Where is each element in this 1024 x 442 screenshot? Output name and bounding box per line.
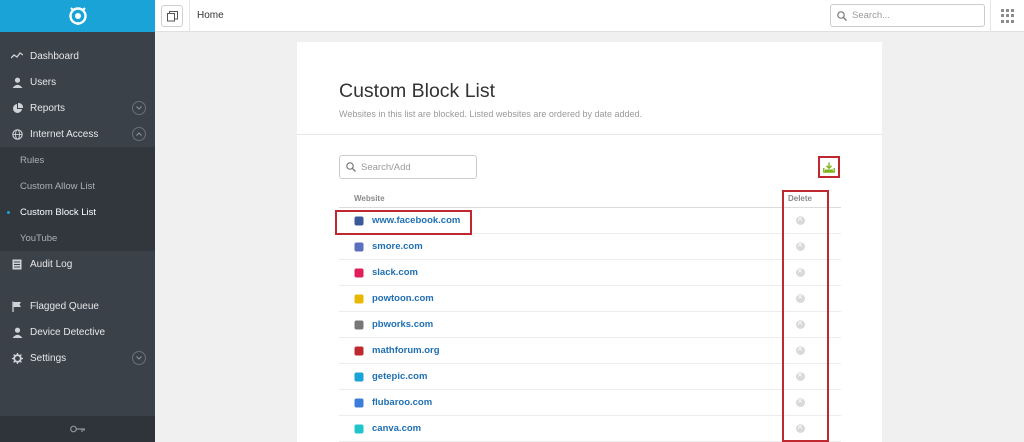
- table-row: powtoon.com: [339, 286, 841, 312]
- global-search-input[interactable]: [852, 10, 972, 21]
- divider: [189, 0, 190, 32]
- sidebar-item-label: Dashboard: [30, 50, 79, 62]
- sidebar-item-label: Custom Block List: [20, 206, 97, 218]
- chevron-down-icon[interactable]: [132, 351, 146, 365]
- activity-icon: [11, 50, 23, 62]
- sidebar-item-custom-block-list[interactable]: Custom Block List: [0, 199, 155, 225]
- divider: [990, 0, 991, 32]
- sidebar: Dashboard Users Reports Internet Access: [0, 0, 155, 442]
- website-link[interactable]: canva.com: [372, 423, 781, 434]
- getepic-icon: [354, 372, 364, 382]
- sidebar-item-reports[interactable]: Reports: [0, 95, 155, 121]
- sidebar-item-users[interactable]: Users: [0, 69, 155, 95]
- website-link[interactable]: slack.com: [372, 267, 781, 278]
- user-icon: [11, 326, 23, 338]
- page-title: Custom Block List: [339, 80, 496, 102]
- sidebar-item-label: Custom Allow List: [20, 180, 95, 192]
- search-icon: [346, 162, 356, 172]
- chevron-up-icon[interactable]: [132, 127, 146, 141]
- document-icon: [11, 258, 23, 270]
- sidebar-item-settings[interactable]: Settings: [0, 345, 155, 371]
- card-header: Custom Block List Websites in this list …: [297, 42, 882, 135]
- table-row: slack.com: [339, 260, 841, 286]
- internet-access-submenu: Rules Custom Allow List Custom Block Lis…: [0, 147, 155, 251]
- export-button[interactable]: [818, 156, 840, 178]
- highlight-box-delete-column: [782, 190, 829, 442]
- sidebar-item-dashboard[interactable]: Dashboard: [0, 43, 155, 69]
- website-link[interactable]: flubaroo.com: [372, 397, 781, 408]
- logo-icon: [68, 7, 87, 25]
- sidebar-item-label: YouTube: [20, 232, 58, 244]
- sidebar-item-label: Users: [30, 76, 57, 88]
- table-row: flubaroo.com: [339, 390, 841, 416]
- sidebar-footer[interactable]: [0, 416, 155, 442]
- mathforum-icon: [354, 346, 364, 356]
- powtoon-icon: [354, 294, 364, 304]
- sidebar-item-audit-log[interactable]: Audit Log: [0, 251, 155, 277]
- flag-icon: [11, 300, 23, 312]
- sidebar-item-label: Device Detective: [30, 326, 106, 338]
- sidebar-item-internet-access[interactable]: Internet Access: [0, 121, 155, 147]
- canva-icon: [354, 424, 364, 434]
- key-icon: [69, 420, 86, 438]
- table-row: mathforum.org: [339, 338, 841, 364]
- global-search[interactable]: [830, 4, 985, 27]
- flubaroo-icon: [354, 398, 364, 408]
- sidebar-item-label: Reports: [30, 102, 66, 114]
- pbworks-icon: [354, 320, 364, 330]
- website-link[interactable]: pbworks.com: [372, 319, 781, 330]
- website-link[interactable]: mathforum.org: [372, 345, 781, 356]
- gear-icon: [11, 352, 23, 364]
- sidebar-item-flagged-queue[interactable]: Flagged Queue: [0, 293, 155, 319]
- apps-grid-icon[interactable]: [1001, 9, 1015, 23]
- download-icon: [823, 162, 835, 173]
- sidebar-item-label: Flagged Queue: [30, 300, 99, 312]
- brand-logo[interactable]: [0, 0, 155, 32]
- search-add-input[interactable]: [361, 161, 471, 173]
- sidebar-item-rules[interactable]: Rules: [0, 147, 155, 173]
- breadcrumb[interactable]: Home: [197, 10, 224, 21]
- sidebar-item-device-detective[interactable]: Device Detective: [0, 319, 155, 345]
- sidebar-item-label: Audit Log: [30, 258, 73, 270]
- user-icon: [11, 76, 23, 88]
- slack-icon: [354, 268, 364, 278]
- smore-icon: [354, 242, 364, 252]
- pie-chart-icon: [11, 102, 23, 114]
- sidebar-item-youtube[interactable]: YouTube: [0, 225, 155, 251]
- website-link[interactable]: getepic.com: [372, 371, 781, 382]
- table-row: smore.com: [339, 234, 841, 260]
- table-row: pbworks.com: [339, 312, 841, 338]
- table-row: canva.com: [339, 416, 841, 442]
- table-row: getepic.com: [339, 364, 841, 390]
- sidebar-item-label: Internet Access: [30, 128, 99, 140]
- sidebar-item-label: Settings: [30, 352, 67, 364]
- top-bar: Home: [155, 0, 1024, 32]
- globe-icon: [11, 128, 23, 140]
- toggle-sidebar-button[interactable]: [161, 5, 183, 27]
- table-header: Website Delete: [339, 190, 841, 208]
- sidebar-item-label: Rules: [20, 154, 45, 166]
- website-link[interactable]: powtoon.com: [372, 293, 781, 304]
- sidebar-item-custom-allow-list[interactable]: Custom Allow List: [0, 173, 155, 199]
- search-add-field[interactable]: [339, 155, 477, 179]
- page-subtitle: Websites in this list are blocked. Liste…: [339, 109, 643, 119]
- highlight-box-site: [335, 210, 472, 235]
- windows-icon: [166, 10, 178, 21]
- chevron-down-icon[interactable]: [132, 101, 146, 115]
- column-header-website: Website: [354, 194, 385, 203]
- website-link[interactable]: smore.com: [372, 241, 781, 252]
- sidebar-nav: Dashboard Users Reports Internet Access: [0, 32, 155, 371]
- search-icon: [837, 10, 847, 21]
